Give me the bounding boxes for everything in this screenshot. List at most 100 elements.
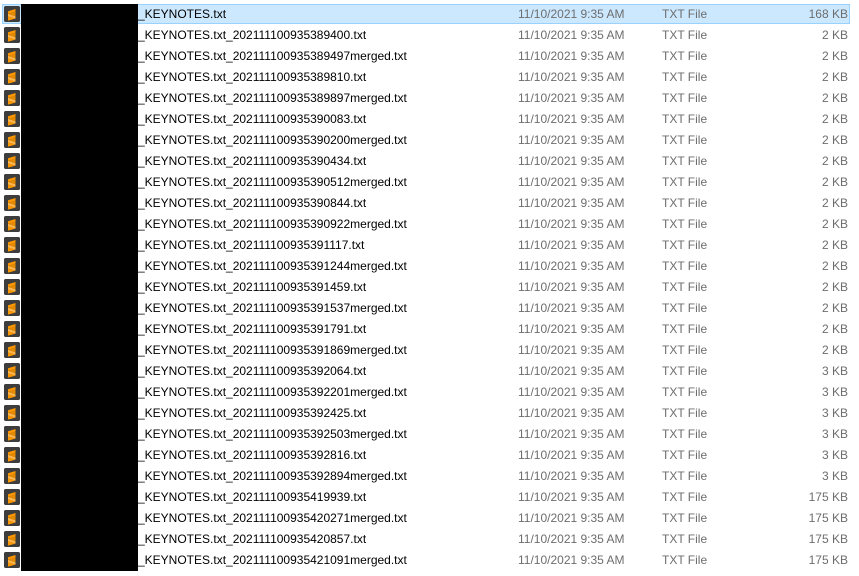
redacted-area: [21, 466, 138, 487]
file-date-modified: 11/10/2021 9:35 AM: [518, 385, 625, 399]
sublime-text-file-icon: [4, 258, 20, 274]
file-row[interactable]: _KEYNOTES.txt_202111100935391791.txt 11/…: [0, 319, 859, 340]
file-size: 175 KB: [808, 553, 848, 567]
file-name: _KEYNOTES.txt_202111100935389897merged.t…: [138, 91, 407, 105]
file-row[interactable]: _KEYNOTES.txt_202111100935389400.txt 11/…: [0, 25, 859, 46]
file-date-modified: 11/10/2021 9:35 AM: [518, 364, 625, 378]
file-size: 175 KB: [808, 490, 848, 504]
file-row[interactable]: _KEYNOTES.txt_202111100935389897merged.t…: [0, 88, 859, 109]
file-size: 3 KB: [821, 427, 848, 441]
file-row[interactable]: _KEYNOTES.txt_202111100935390083.txt 11/…: [0, 109, 859, 130]
sublime-text-file-icon: [4, 48, 20, 64]
file-name: _KEYNOTES.txt_202111100935392894merged.t…: [138, 469, 407, 483]
file-date-modified: 11/10/2021 9:35 AM: [518, 217, 625, 231]
file-row[interactable]: _KEYNOTES.txt_202111100935392503merged.t…: [0, 424, 859, 445]
file-name: _KEYNOTES.txt_202111100935390083.txt: [138, 112, 367, 126]
file-name: _KEYNOTES.txt_202111100935392425.txt: [138, 406, 367, 420]
file-date-modified: 11/10/2021 9:35 AM: [518, 112, 625, 126]
sublime-text-file-icon: [4, 111, 20, 127]
sublime-text-file-icon: [4, 195, 20, 211]
file-row[interactable]: _KEYNOTES.txt_202111100935389497merged.t…: [0, 46, 859, 67]
file-row[interactable]: _KEYNOTES.txt_202111100935421091merged.t…: [0, 550, 859, 571]
file-row[interactable]: _KEYNOTES.txt_202111100935420271merged.t…: [0, 508, 859, 529]
redacted-area: [21, 193, 138, 214]
file-size: 2 KB: [821, 28, 848, 42]
sublime-text-file-icon: [4, 6, 20, 22]
file-size: 2 KB: [821, 175, 848, 189]
file-type: TXT File: [662, 238, 708, 252]
sublime-text-file-icon: [4, 90, 20, 106]
file-row[interactable]: _KEYNOTES.txt_202111100935391244merged.t…: [0, 256, 859, 277]
sublime-text-file-icon: [4, 510, 20, 526]
file-name: _KEYNOTES.txt_202111100935391117.txt: [138, 238, 365, 252]
file-row[interactable]: _KEYNOTES.txt_202111100935392425.txt 11/…: [0, 403, 859, 424]
file-type: TXT File: [662, 406, 708, 420]
file-type: TXT File: [662, 448, 708, 462]
file-type: TXT File: [662, 280, 708, 294]
file-size: 2 KB: [821, 301, 848, 315]
file-row[interactable]: _KEYNOTES.txt_202111100935391869merged.t…: [0, 340, 859, 361]
sublime-text-file-icon: [4, 132, 20, 148]
sublime-text-file-icon: [4, 279, 20, 295]
file-size: 2 KB: [821, 70, 848, 84]
redacted-area: [21, 424, 138, 445]
file-row[interactable]: _KEYNOTES.txt_202111100935390434.txt 11/…: [0, 151, 859, 172]
file-name: _KEYNOTES.txt_202111100935390200merged.t…: [138, 133, 407, 147]
file-name: _KEYNOTES.txt_202111100935419939.txt: [138, 490, 367, 504]
file-row[interactable]: _KEYNOTES.txt_202111100935389810.txt 11/…: [0, 67, 859, 88]
sublime-text-file-icon: [4, 363, 20, 379]
file-row[interactable]: _KEYNOTES.txt_202111100935390200merged.t…: [0, 130, 859, 151]
file-size: 175 KB: [808, 511, 848, 525]
file-row[interactable]: _KEYNOTES.txt_202111100935392894merged.t…: [0, 466, 859, 487]
file-type: TXT File: [662, 154, 708, 168]
file-row[interactable]: _KEYNOTES.txt_202111100935419939.txt 11/…: [0, 487, 859, 508]
redacted-area: [21, 529, 138, 550]
file-name: _KEYNOTES.txt_202111100935392064.txt: [138, 364, 367, 378]
redacted-area: [21, 382, 138, 403]
file-row[interactable]: _KEYNOTES.txt_202111100935390512merged.t…: [0, 172, 859, 193]
file-date-modified: 11/10/2021 9:35 AM: [518, 553, 625, 567]
file-name: _KEYNOTES.txt_202111100935420271merged.t…: [138, 511, 407, 525]
file-size: 3 KB: [821, 364, 848, 378]
file-size: 2 KB: [821, 133, 848, 147]
file-size: 3 KB: [821, 406, 848, 420]
file-type: TXT File: [662, 385, 708, 399]
file-name: _KEYNOTES.txt_202111100935392816.txt: [138, 448, 367, 462]
file-name: _KEYNOTES.txt_202111100935391244merged.t…: [138, 259, 407, 273]
file-type: TXT File: [662, 28, 708, 42]
file-name: _KEYNOTES.txt_202111100935392201merged.t…: [138, 385, 407, 399]
file-type: TXT File: [662, 217, 708, 231]
file-size: 2 KB: [821, 112, 848, 126]
file-type: TXT File: [662, 91, 708, 105]
file-type: TXT File: [662, 259, 708, 273]
file-date-modified: 11/10/2021 9:35 AM: [518, 406, 625, 420]
file-type: TXT File: [662, 343, 708, 357]
redacted-area: [21, 340, 138, 361]
file-row[interactable]: _KEYNOTES.txt_202111100935392816.txt 11/…: [0, 445, 859, 466]
file-type: TXT File: [662, 427, 708, 441]
file-row[interactable]: _KEYNOTES.txt_202111100935390844.txt 11/…: [0, 193, 859, 214]
file-name: _KEYNOTES.txt_202111100935390512merged.t…: [138, 175, 407, 189]
file-row[interactable]: _KEYNOTES.txt_202111100935391537merged.t…: [0, 298, 859, 319]
redacted-area: [21, 487, 138, 508]
file-type: TXT File: [662, 532, 708, 546]
file-date-modified: 11/10/2021 9:35 AM: [518, 259, 625, 273]
file-row[interactable]: _KEYNOTES.txt_202111100935420857.txt 11/…: [0, 529, 859, 550]
file-size: 2 KB: [821, 154, 848, 168]
file-row[interactable]: _KEYNOTES.txt_202111100935391117.txt 11/…: [0, 235, 859, 256]
file-type: TXT File: [662, 49, 708, 63]
file-date-modified: 11/10/2021 9:35 AM: [518, 238, 625, 252]
redacted-area: [21, 445, 138, 466]
redacted-area: [21, 361, 138, 382]
sublime-text-file-icon: [4, 405, 20, 421]
file-date-modified: 11/10/2021 9:35 AM: [518, 469, 625, 483]
file-row[interactable]: _KEYNOTES.txt_202111100935392201merged.t…: [0, 382, 859, 403]
sublime-text-file-icon: [4, 174, 20, 190]
file-row[interactable]: _KEYNOTES.txt 11/10/2021 9:35 AM TXT Fil…: [0, 4, 859, 25]
file-date-modified: 11/10/2021 9:35 AM: [518, 511, 625, 525]
file-name: _KEYNOTES.txt_202111100935391459.txt: [138, 280, 367, 294]
file-row[interactable]: _KEYNOTES.txt_202111100935392064.txt 11/…: [0, 361, 859, 382]
file-date-modified: 11/10/2021 9:35 AM: [518, 427, 625, 441]
file-row[interactable]: _KEYNOTES.txt_202111100935390922merged.t…: [0, 214, 859, 235]
file-row[interactable]: _KEYNOTES.txt_202111100935391459.txt 11/…: [0, 277, 859, 298]
